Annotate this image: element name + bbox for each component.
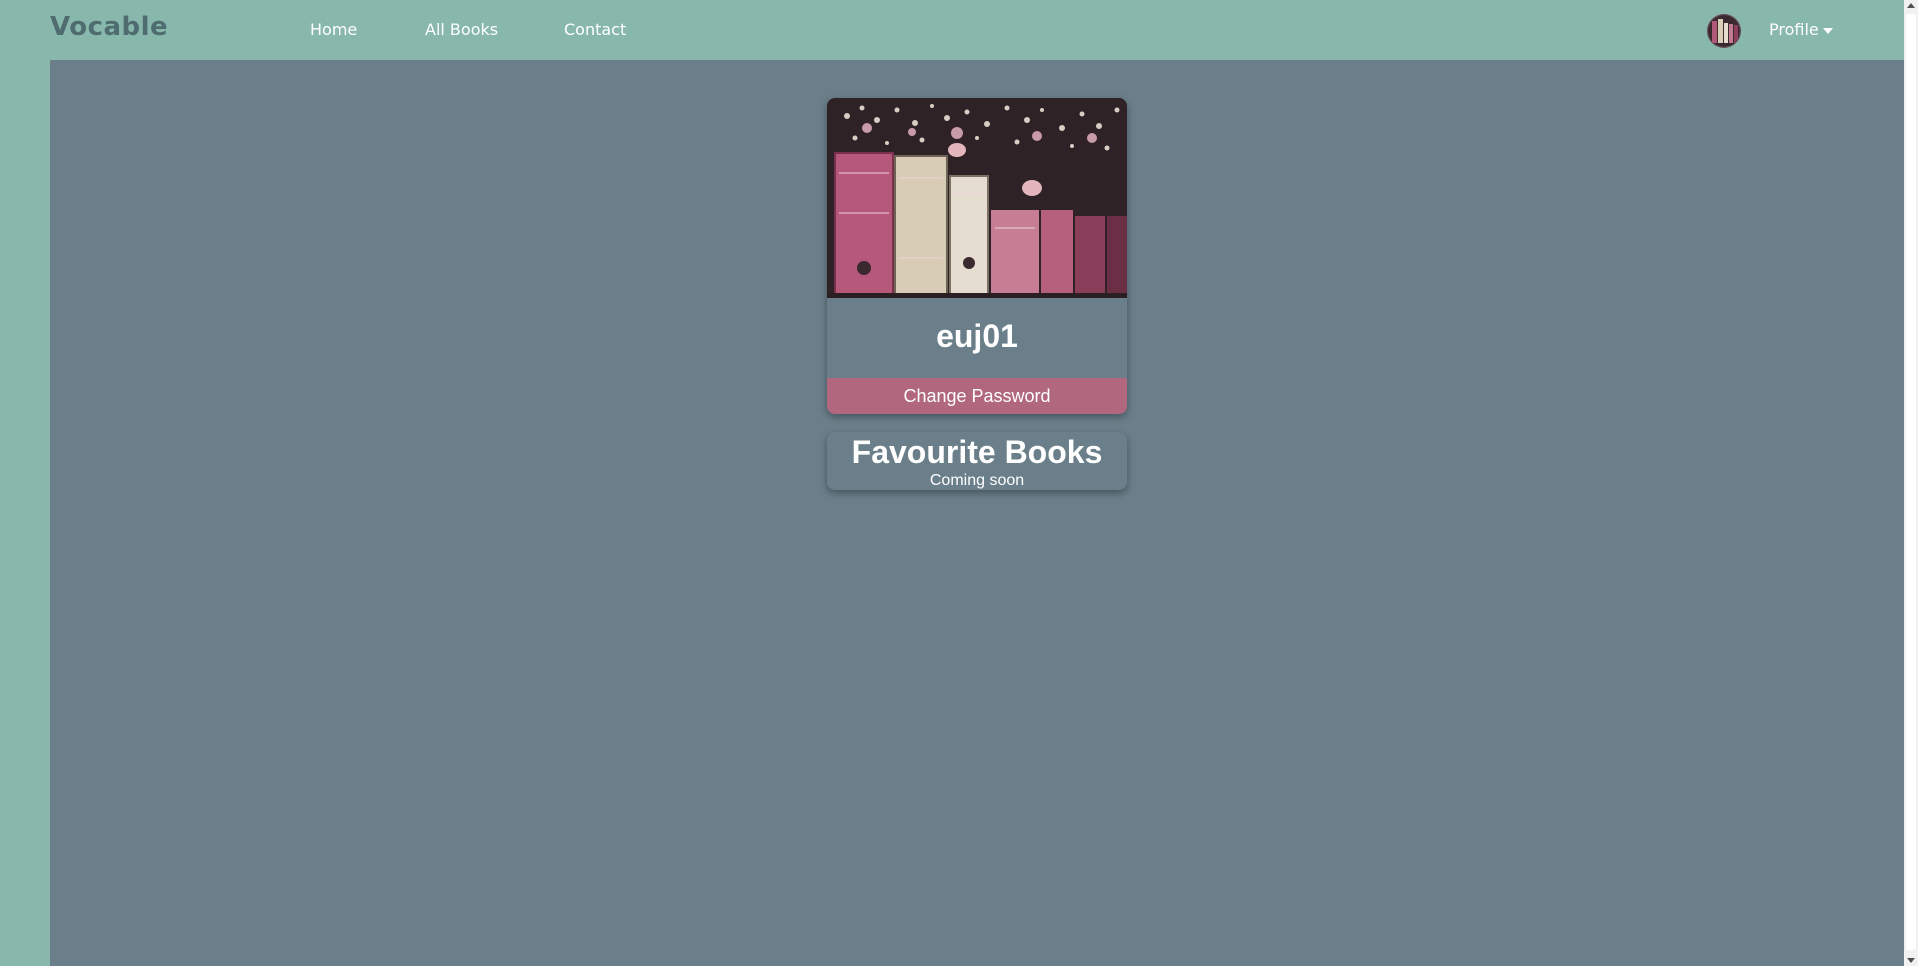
favourite-books-subtitle: Coming soon [929, 472, 1025, 489]
change-password-button[interactable]: Change Password [827, 378, 1127, 414]
nav-link-contact[interactable]: Contact [564, 20, 626, 39]
favourite-books-title: Favourite Books [851, 434, 1103, 470]
profile-dropdown-label: Profile [1769, 20, 1819, 39]
caret-down-icon [1822, 27, 1833, 34]
scroll-thumb[interactable] [1906, 14, 1916, 950]
avatar-image-icon [1708, 15, 1740, 47]
bookshelf-image [827, 98, 1127, 298]
brand-logo[interactable]: Vocable [50, 12, 168, 42]
avatar[interactable] [1707, 14, 1741, 48]
profile-dropdown[interactable]: Profile [1769, 20, 1833, 39]
scroll-down-arrow-icon[interactable] [1907, 958, 1915, 963]
nav-link-home[interactable]: Home [310, 20, 357, 39]
scroll-up-arrow-icon[interactable] [1907, 3, 1915, 8]
username-heading: euj01 [936, 318, 1018, 354]
profile-card: euj01 Change Password [827, 98, 1127, 414]
favourite-books-card: Favourite Books Coming soon [827, 432, 1127, 490]
nav-link-all-books[interactable]: All Books [425, 20, 498, 39]
vertical-scrollbar[interactable] [1904, 0, 1918, 966]
top-navbar: Vocable Home All Books Contact Profile [0, 0, 1904, 60]
